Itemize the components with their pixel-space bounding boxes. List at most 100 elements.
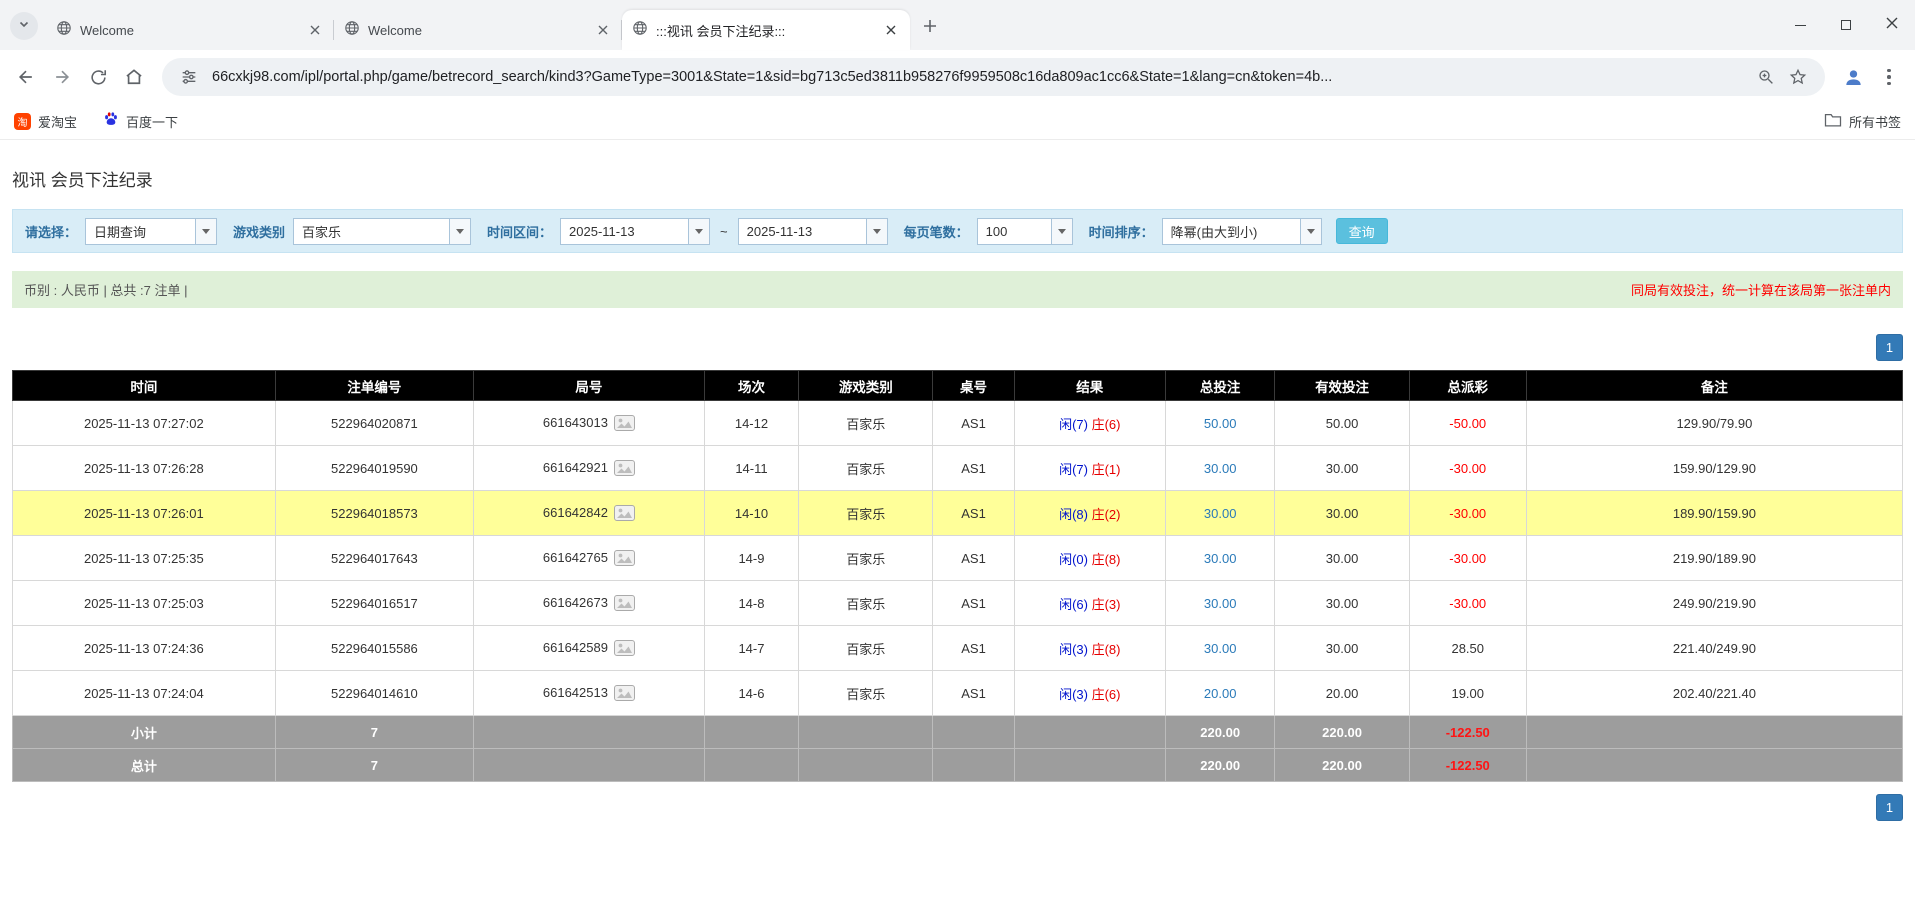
cell-payout: 19.00	[1409, 671, 1526, 716]
summary-label: 总计	[13, 749, 276, 782]
cell-total-bet[interactable]: 50.00	[1165, 401, 1275, 446]
cell-total-bet[interactable]: 30.00	[1165, 581, 1275, 626]
date-from-value: 2025-11-13	[561, 224, 688, 239]
cell-result: 闲(7) 庄(6)	[1014, 401, 1165, 446]
cell-total-bet[interactable]: 30.00	[1165, 536, 1275, 581]
summary-cell: 220.00	[1275, 716, 1409, 749]
chevron-down-icon[interactable]	[449, 219, 470, 244]
summary-bar: 币别 : 人民币 | 总共 :7 注单 | 同局有效投注，统一计算在该局第一张注…	[12, 271, 1903, 308]
bet-row: 2025-11-13 07:25:03522964016517 661642673…	[13, 581, 1903, 626]
cell-note: 159.90/129.90	[1526, 446, 1902, 491]
date-to-select[interactable]: 2025-11-13	[738, 218, 888, 245]
table-header-row: 时间注单编号局号场次游戏类别桌号结果总投注有效投注总派彩备注	[13, 371, 1903, 401]
page-number-button[interactable]: 1	[1876, 794, 1903, 821]
cell-session: 14-6	[704, 671, 799, 716]
reload-button[interactable]	[80, 59, 116, 95]
cell-bet-id: 522964016517	[275, 581, 473, 626]
cell-total-bet[interactable]: 20.00	[1165, 671, 1275, 716]
new-tab-button[interactable]	[916, 14, 944, 42]
forward-button[interactable]	[44, 59, 80, 95]
summary-cell	[1526, 716, 1902, 749]
currency-summary: 币别 : 人民币 | 总共 :7 注单 |	[24, 280, 188, 299]
taobao-icon: 淘	[14, 113, 31, 130]
tab-search-button[interactable]	[10, 12, 38, 40]
page-size-select[interactable]: 100	[977, 218, 1073, 245]
column-header: 时间	[13, 371, 276, 401]
cell-time: 2025-11-13 07:24:36	[13, 626, 276, 671]
search-button[interactable]: 查询	[1336, 218, 1388, 244]
result-banker: 庄(6)	[1092, 417, 1121, 432]
round-result-icon[interactable]	[614, 550, 635, 566]
address-bar[interactable]: 66cxkj98.com/ipl/portal.php/game/betreco…	[162, 58, 1825, 96]
table-body: 2025-11-13 07:27:02522964020871661643013…	[13, 401, 1903, 716]
cell-session: 14-9	[704, 536, 799, 581]
globe-icon	[56, 20, 72, 41]
cell-session: 14-7	[704, 626, 799, 671]
all-bookmarks-button[interactable]: 所有书签	[1824, 112, 1901, 132]
back-button[interactable]	[8, 59, 44, 95]
browser-tab-welcome-1[interactable]: Welcome	[46, 10, 334, 50]
bet-row: 2025-11-13 07:24:36522964015586661642589…	[13, 626, 1903, 671]
round-number: 661643013	[543, 415, 608, 430]
home-button[interactable]	[116, 59, 152, 95]
cell-valid-bet: 30.00	[1275, 491, 1409, 536]
site-settings-icon[interactable]	[176, 64, 202, 90]
column-header: 注单编号	[275, 371, 473, 401]
summary-cell	[474, 749, 705, 782]
round-result-icon[interactable]	[614, 505, 635, 521]
globe-icon	[344, 20, 360, 41]
browser-tab-betrecord[interactable]: :::视讯 会员下注纪录:::	[622, 10, 910, 50]
summary-cell	[1014, 716, 1165, 749]
bookmark-aitaobao[interactable]: 淘 爱淘宝	[14, 112, 77, 131]
bookmark-star-icon[interactable]	[1785, 64, 1811, 90]
summary-cell	[1014, 749, 1165, 782]
minimize-button[interactable]	[1777, 0, 1823, 50]
round-result-icon[interactable]	[614, 460, 635, 476]
tab-close-icon[interactable]	[594, 21, 612, 39]
chevron-down-icon[interactable]	[195, 219, 216, 244]
round-result-icon[interactable]	[614, 640, 635, 656]
result-banker: 庄(8)	[1092, 552, 1121, 567]
url-text[interactable]: 66cxkj98.com/ipl/portal.php/game/betreco…	[212, 69, 1747, 85]
query-type-select[interactable]: 日期查询	[85, 218, 217, 245]
cell-time: 2025-11-13 07:25:35	[13, 536, 276, 581]
date-from-select[interactable]: 2025-11-13	[560, 218, 710, 245]
bookmark-baidu[interactable]: 百度一下	[103, 111, 178, 132]
chevron-down-icon[interactable]	[1300, 219, 1321, 244]
cell-time: 2025-11-13 07:25:03	[13, 581, 276, 626]
cell-result: 闲(3) 庄(6)	[1014, 671, 1165, 716]
profile-avatar[interactable]	[1835, 59, 1871, 95]
cell-total-bet[interactable]: 30.00	[1165, 446, 1275, 491]
chevron-down-icon[interactable]	[1051, 219, 1072, 244]
zoom-icon[interactable]	[1753, 64, 1779, 90]
menu-button[interactable]	[1871, 59, 1907, 95]
cell-round: 661642921	[474, 446, 705, 491]
tab-close-icon[interactable]	[882, 21, 900, 39]
page-content: 视讯 会员下注纪录 请选择： 日期查询 游戏类别 百家乐 时间区间： 2025-…	[0, 166, 1915, 821]
summary-cell	[474, 716, 705, 749]
cell-payout: -30.00	[1409, 446, 1526, 491]
maximize-button[interactable]	[1823, 0, 1869, 50]
chevron-down-icon[interactable]	[688, 219, 709, 244]
filter-bar: 请选择： 日期查询 游戏类别 百家乐 时间区间： 2025-11-13 ~ 20…	[12, 209, 1903, 253]
chevron-down-icon	[18, 17, 30, 35]
round-number: 661642673	[543, 595, 608, 610]
subtotal-row: 小计7220.00220.00-122.50	[13, 716, 1903, 749]
result-player: 闲(3)	[1059, 687, 1088, 702]
maximize-icon	[1841, 20, 1851, 30]
round-result-icon[interactable]	[614, 685, 635, 701]
cell-bet-id: 522964018573	[275, 491, 473, 536]
sort-select[interactable]: 降幂(由大到小)	[1162, 218, 1322, 245]
tab-close-icon[interactable]	[306, 21, 324, 39]
game-type-select[interactable]: 百家乐	[293, 218, 471, 245]
page-number-button[interactable]: 1	[1876, 334, 1903, 361]
column-header: 结果	[1014, 371, 1165, 401]
cell-total-bet[interactable]: 30.00	[1165, 626, 1275, 671]
summary-cell	[933, 749, 1014, 782]
close-button[interactable]	[1869, 0, 1915, 50]
browser-tab-welcome-2[interactable]: Welcome	[334, 10, 622, 50]
chevron-down-icon[interactable]	[866, 219, 887, 244]
round-result-icon[interactable]	[614, 415, 635, 431]
round-result-icon[interactable]	[614, 595, 635, 611]
cell-total-bet[interactable]: 30.00	[1165, 491, 1275, 536]
